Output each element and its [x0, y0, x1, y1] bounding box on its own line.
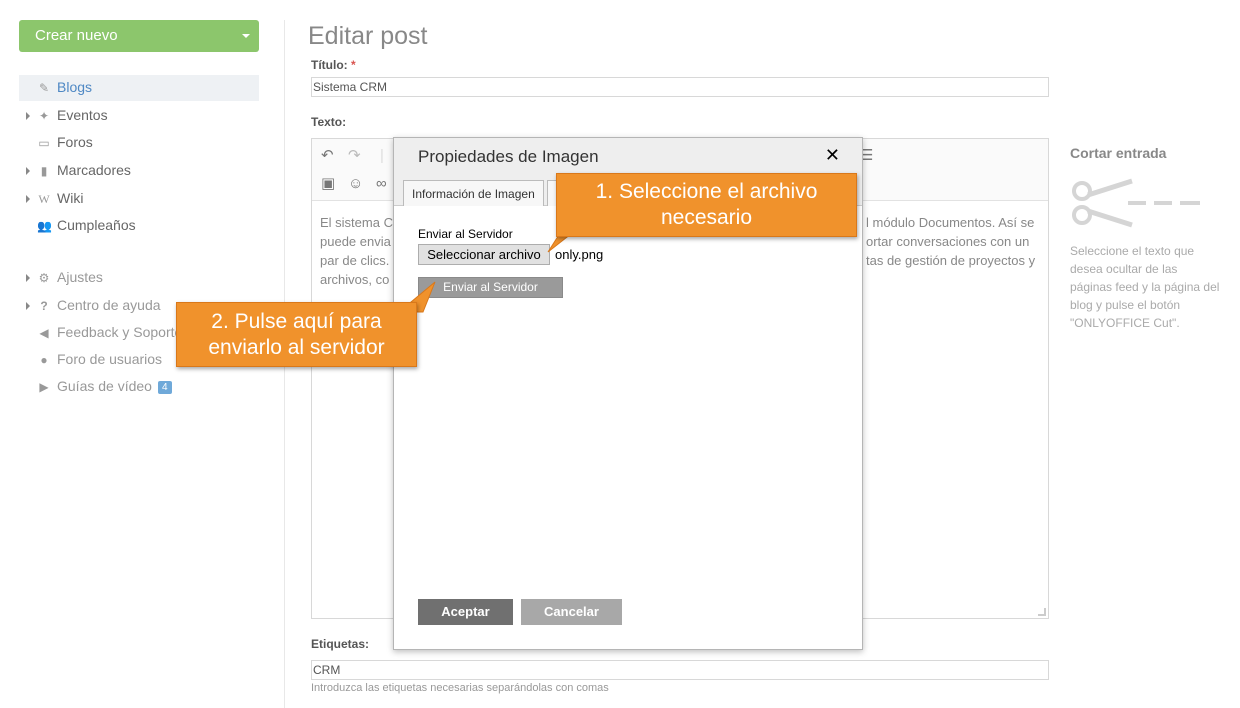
bookmark-icon: ▮	[40, 164, 48, 178]
toolbar-separator: |	[380, 147, 384, 164]
expand-arrow-icon[interactable]	[26, 274, 30, 282]
megaphone-icon: ◀	[39, 326, 49, 340]
title-input[interactable]: Sistema CRM	[311, 77, 1049, 97]
smiley-icon[interactable]: ☺	[348, 176, 363, 192]
create-new-button[interactable]: Crear nuevo	[19, 20, 259, 52]
close-icon[interactable]: ✕	[825, 145, 840, 165]
title-label-text: Título:	[311, 58, 348, 72]
sidebar-item-video-guides[interactable]: ▶ Guías de vídeo 4	[19, 374, 259, 400]
users-icon: 👥	[37, 219, 52, 233]
ok-button[interactable]: Aceptar	[418, 599, 513, 625]
tags-label: Etiquetas:	[311, 637, 370, 651]
expand-arrow-icon[interactable]	[26, 112, 30, 120]
resize-handle[interactable]	[1038, 608, 1046, 616]
sidebar-item-marcadores[interactable]: ▮ Marcadores	[19, 158, 259, 184]
text-label: Texto:	[311, 115, 347, 129]
editor-text-left: El sistema C puede envia par de clics. a…	[320, 215, 393, 287]
sidebar-item-ajustes[interactable]: ⚙ Ajustes	[19, 265, 259, 291]
sidebar-item-wiki[interactable]: W Wiki	[19, 186, 259, 212]
sidebar-item-label: Blogs	[57, 79, 93, 95]
chevron-down-icon[interactable]	[242, 34, 250, 38]
tags-hint: Introduzca las etiquetas necesarias sepa…	[311, 682, 609, 694]
dialog-title: Propiedades de Imagen	[418, 147, 599, 166]
tags-input[interactable]: CRM	[311, 660, 1049, 680]
choose-file-button[interactable]: Seleccionar archivo	[418, 244, 550, 265]
sidebar-item-label: Foros	[57, 134, 93, 150]
chat-icon: ●	[40, 353, 48, 367]
count-badge: 4	[157, 381, 172, 394]
page-title: Editar post	[308, 22, 428, 50]
required-mark: *	[351, 58, 356, 72]
play-icon: ▶	[39, 380, 49, 394]
sidebar-item-label: Eventos	[57, 107, 108, 123]
redo-icon[interactable]: ↷	[348, 148, 361, 164]
sidebar-item-eventos[interactable]: ✦ Eventos	[19, 103, 259, 129]
chat-icon: ▭	[38, 136, 50, 150]
callout-step-1: 1. Seleccione el archivo necesario	[556, 173, 857, 237]
video-guides-label: Guías de vídeo	[57, 378, 152, 394]
sidebar-item-label: Guías de vídeo 4	[57, 378, 172, 394]
create-new-label: Crear nuevo	[35, 27, 118, 44]
title-label: Título: *	[311, 58, 356, 72]
wiki-icon: W	[38, 192, 50, 206]
sidebar-item-cumpleanos[interactable]: 👥 Cumpleaños	[19, 213, 259, 239]
tab-image-info[interactable]: Información de Imagen	[403, 180, 544, 206]
sidebar-item-label: Wiki	[57, 190, 84, 206]
scissors-icon	[1072, 178, 1200, 228]
callout-step-2: 2. Pulse aquí para enviarlo al servidor	[176, 302, 417, 367]
edit-icon: ✎	[38, 81, 50, 95]
dialog-header: Propiedades de Imagen ✕	[394, 138, 862, 174]
sidebar-item-label: Centro de ayuda	[57, 297, 161, 313]
expand-arrow-icon[interactable]	[26, 302, 30, 310]
cancel-button[interactable]: Cancelar	[521, 599, 622, 625]
editor-text-right: l módulo Documentos. Así se ortar conver…	[866, 215, 1036, 268]
gear-icon: ⚙	[38, 271, 50, 285]
sidebar-item-label: Cumpleaños	[57, 217, 136, 233]
sidebar-item-foros[interactable]: ▭ Foros	[19, 130, 259, 156]
cut-entry-title: Cortar entrada	[1070, 145, 1167, 161]
sidebar-item-label: Feedback y Soporte	[57, 324, 183, 340]
expand-arrow-icon[interactable]	[26, 167, 30, 175]
megaphone-icon: ✦	[38, 109, 50, 123]
sidebar-item-blogs[interactable]: ✎ Blogs	[19, 75, 259, 101]
question-icon: ?	[40, 299, 48, 313]
link-icon[interactable]: ∞	[376, 176, 387, 192]
undo-icon[interactable]: ↶	[321, 148, 334, 164]
sidebar-item-label: Ajustes	[57, 269, 103, 285]
sidebar-item-label: Foro de usuarios	[57, 351, 163, 367]
expand-arrow-icon[interactable]	[26, 195, 30, 203]
image-icon[interactable]: ▣	[321, 176, 335, 192]
upload-section-label: Enviar al Servidor	[418, 227, 513, 241]
sidebar-item-label: Marcadores	[57, 162, 131, 178]
cut-entry-description: Seleccione el texto que desea ocultar de…	[1070, 244, 1220, 330]
